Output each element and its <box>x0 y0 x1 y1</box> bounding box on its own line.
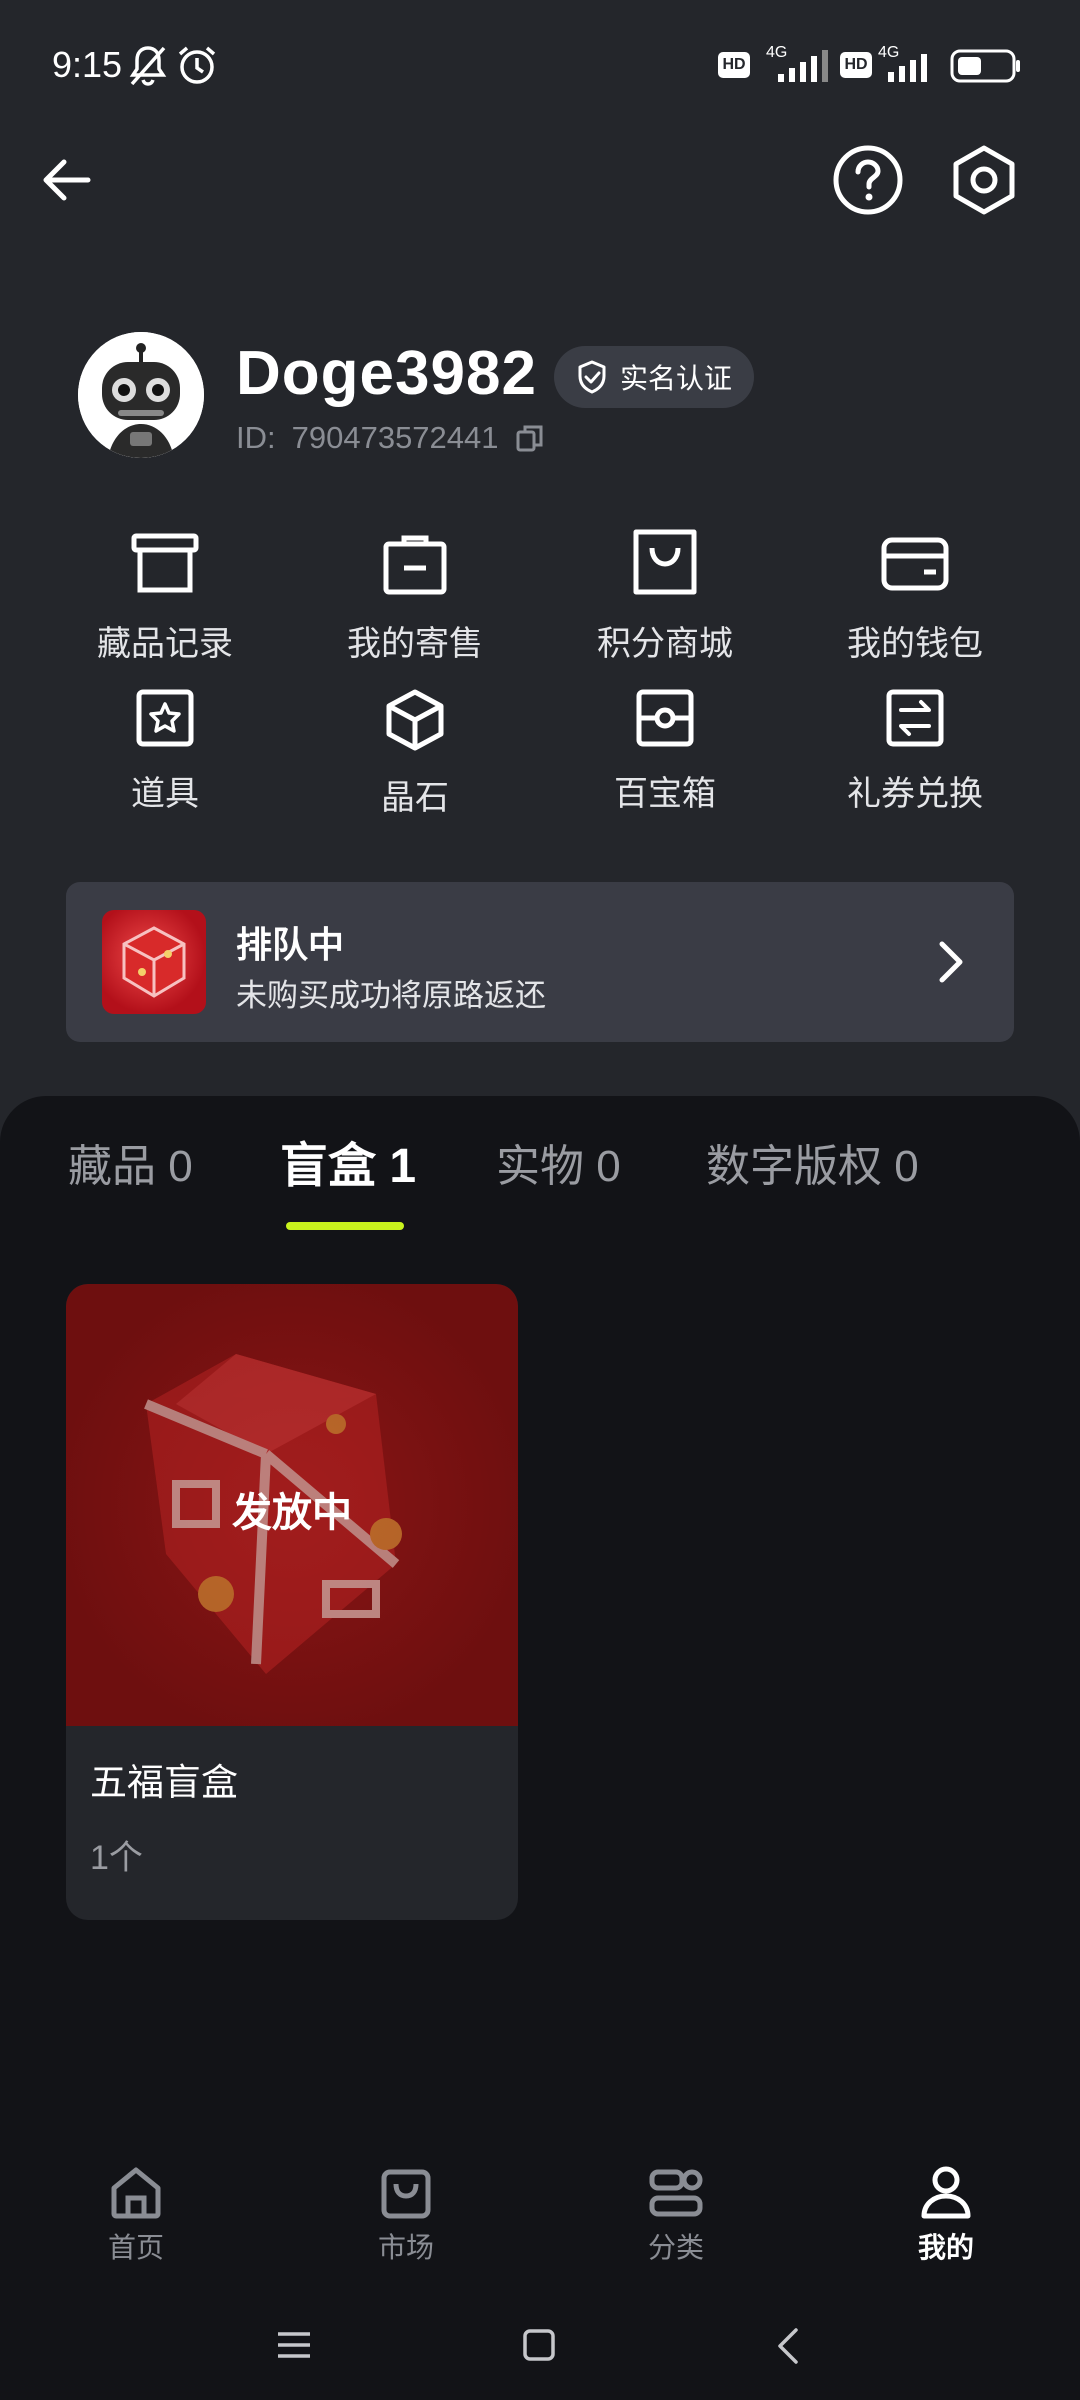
nav-label: 我的 <box>917 2232 974 2263</box>
home-square-icon[interactable] <box>522 2328 556 2362</box>
menu-item-crystal[interactable]: 晶石 <box>290 688 540 838</box>
exchange-icon <box>886 689 944 747</box>
nav-label: 市场 <box>377 2232 434 2263</box>
signal-icon <box>778 50 828 82</box>
shopping-bag-icon <box>381 2169 431 2219</box>
nav-label: 分类 <box>647 2232 704 2263</box>
menu-item-my-consignment[interactable]: 我的寄售 <box>290 528 540 678</box>
menu-label: 礼券兑换 <box>847 775 983 813</box>
category-icon <box>649 2169 703 2217</box>
queue-subtitle: 未购买成功将原路返还 <box>236 978 546 1013</box>
menu-item-collection-record[interactable]: 藏品记录 <box>40 528 290 678</box>
back-arrow-icon[interactable] <box>36 150 96 210</box>
menu-label: 我的钱包 <box>847 625 983 663</box>
status-bar: 9:15 HD 4G HD 4G <box>0 0 1080 130</box>
settings-icon[interactable] <box>948 144 1020 216</box>
home-icon <box>111 2167 161 2219</box>
menu-label: 道具 <box>131 775 199 813</box>
bottom-nav: 首页 市场 分类 我的 <box>0 2150 1080 2280</box>
menu-item-points-mall[interactable]: 积分商城 <box>540 528 790 678</box>
queue-card[interactable]: 排队中 未购买成功将原路返还 <box>66 882 1014 1042</box>
robot-avatar-icon <box>78 332 204 458</box>
menu-item-my-wallet[interactable]: 我的钱包 <box>790 528 1040 678</box>
menu-item-props[interactable]: 道具 <box>40 688 290 838</box>
store-bag-icon <box>633 529 697 595</box>
top-bar <box>0 130 1080 230</box>
treasure-box-icon <box>636 689 694 747</box>
status-overlay: 发放中 <box>232 1491 352 1535</box>
uid-row: ID: 790473572441 <box>236 420 545 456</box>
alarm-icon <box>178 46 216 84</box>
nav-category[interactable]: 分类 <box>606 2164 746 2266</box>
shopping-bag-icon <box>383 535 447 595</box>
tab-physical[interactable]: 实物 0 <box>496 1130 621 1194</box>
shield-check-icon <box>578 360 606 394</box>
blind-box-card[interactable]: 发放中 五福盲盒 1个 <box>66 1284 518 1920</box>
user-icon <box>921 2166 971 2219</box>
menu-label: 晶石 <box>381 779 449 817</box>
wallet-icon <box>881 537 949 591</box>
tab-indicator <box>286 1222 404 1230</box>
menu-label: 百宝箱 <box>614 775 716 813</box>
help-icon[interactable] <box>832 144 904 216</box>
nav-home[interactable]: 首页 <box>66 2164 206 2266</box>
menu-label: 积分商城 <box>597 625 733 663</box>
queue-thumbnail <box>102 910 206 1014</box>
queue-title: 排队中 <box>236 924 345 965</box>
system-nav-bar <box>0 2290 1080 2400</box>
hd-badge: HD <box>840 52 872 78</box>
menu-lines-icon[interactable] <box>276 2330 312 2360</box>
nav-label: 首页 <box>107 2232 164 2263</box>
item-count: 1个 <box>90 1839 143 1877</box>
blind-box-image: 发放中 <box>66 1284 518 1726</box>
signal-icon <box>888 54 927 82</box>
tab-collectibles[interactable]: 藏品 0 <box>68 1130 193 1194</box>
copy-icon[interactable] <box>515 423 545 453</box>
avatar[interactable] <box>78 332 204 458</box>
menu-item-treasure-box[interactable]: 百宝箱 <box>540 688 790 838</box>
nav-mine[interactable]: 我的 <box>876 2164 1016 2266</box>
menu-item-coupon-exchange[interactable]: 礼券兑换 <box>790 688 1040 838</box>
hd-badge: HD <box>718 52 750 78</box>
tab-bar: 藏品 0 盲盒 1 实物 0 数字版权 0 <box>0 1130 1080 1230</box>
tab-blind-box[interactable]: 盲盒 1 <box>280 1126 416 1196</box>
verify-badge[interactable]: 实名认证 <box>554 346 755 408</box>
battery-icon <box>950 49 1020 83</box>
chevron-right-icon <box>939 941 963 983</box>
username: Doge3982 <box>236 339 537 408</box>
profile-section: Doge3982 实名认证 ID: 790473572441 <box>0 320 1080 480</box>
blind-box-cube-icon <box>122 926 186 998</box>
id-value: 790473572441 <box>291 420 499 455</box>
back-triangle-icon[interactable] <box>774 2326 802 2366</box>
menu-label: 我的寄售 <box>347 625 483 663</box>
star-box-icon <box>136 689 194 747</box>
archive-box-icon <box>131 533 199 593</box>
menu-label: 藏品记录 <box>97 625 233 663</box>
cube-icon <box>386 689 444 751</box>
bell-off-icon <box>129 46 167 86</box>
nav-market[interactable]: 市场 <box>336 2164 476 2266</box>
item-name: 五福盲盒 <box>90 1762 238 1803</box>
status-time: 9:15 <box>52 44 123 85</box>
verify-label: 实名认证 <box>620 363 733 394</box>
tab-digital-copyright[interactable]: 数字版权 0 <box>706 1130 919 1194</box>
id-label: ID: <box>236 420 276 455</box>
